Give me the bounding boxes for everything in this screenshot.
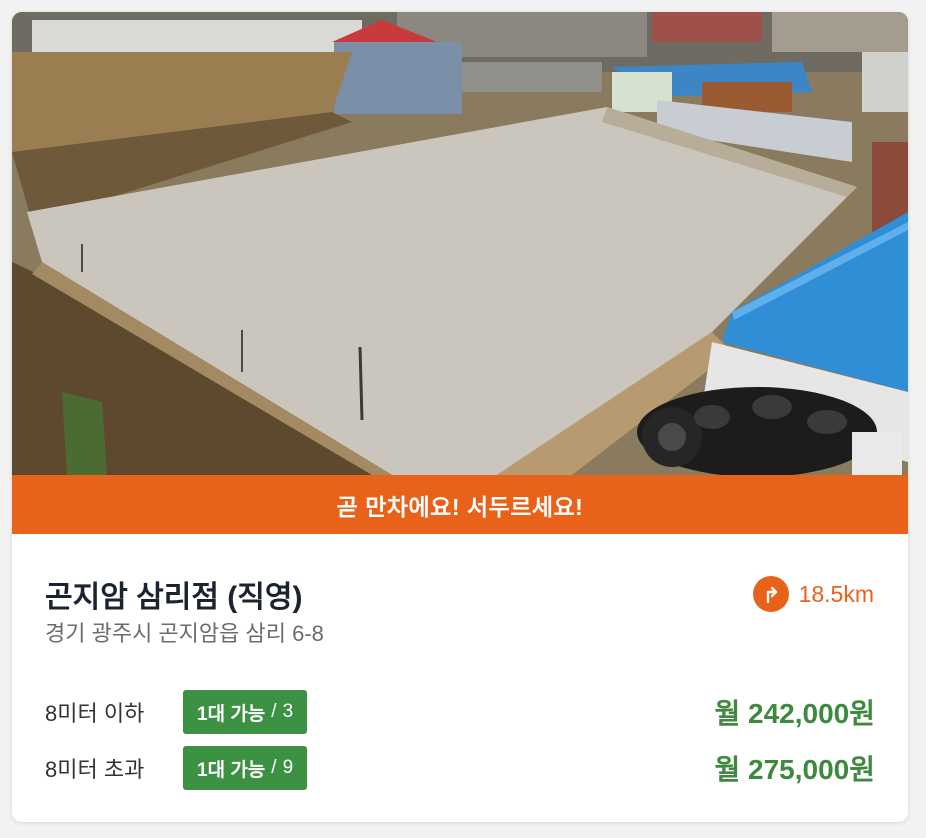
distance-indicator[interactable]: 18.5km xyxy=(752,576,874,612)
rate-label: 8미터 이하 xyxy=(45,701,145,726)
full-soon-banner: 곧 만차에요! 서두르세요! xyxy=(12,475,908,534)
monthly-price: 월 275,000원 xyxy=(714,754,875,785)
availability-badge: 1대 가능 / 3 xyxy=(183,690,308,734)
parking-lot-card[interactable]: 곧 만차에요! 서두르세요! 곤지암 삼리점 (직영) 경기 광주시 곤지암읍 … xyxy=(12,12,908,822)
monthly-price: 월 242,000원 xyxy=(714,698,875,729)
availability-text: 1대 가능 xyxy=(197,759,266,781)
lot-name: 곤지암 삼리점 (직영) xyxy=(45,581,303,614)
availability-total: 3 xyxy=(282,701,294,722)
lot-info: 곤지암 삼리점 (직영) 경기 광주시 곤지암읍 삼리 6-8 18.5km 8… xyxy=(12,534,908,822)
rate-row-over-8m: 8미터 초과 1대 가능 / 9 월 275,000원 xyxy=(45,746,875,790)
parking-lot-photo xyxy=(12,12,908,475)
directions-icon xyxy=(752,576,789,612)
rate-label: 8미터 초과 xyxy=(45,757,145,782)
availability-text: 1대 가능 xyxy=(197,703,266,725)
availability-total: 9 xyxy=(282,757,294,778)
banner-text: 곧 만차에요! 서두르세요! xyxy=(336,493,584,520)
distance-text: 18.5km xyxy=(798,580,874,607)
lot-address: 경기 광주시 곤지암읍 삼리 6-8 xyxy=(45,621,324,646)
rate-row-under-8m: 8미터 이하 1대 가능 / 3 월 242,000원 xyxy=(45,690,875,734)
availability-badge: 1대 가능 / 9 xyxy=(183,746,308,790)
